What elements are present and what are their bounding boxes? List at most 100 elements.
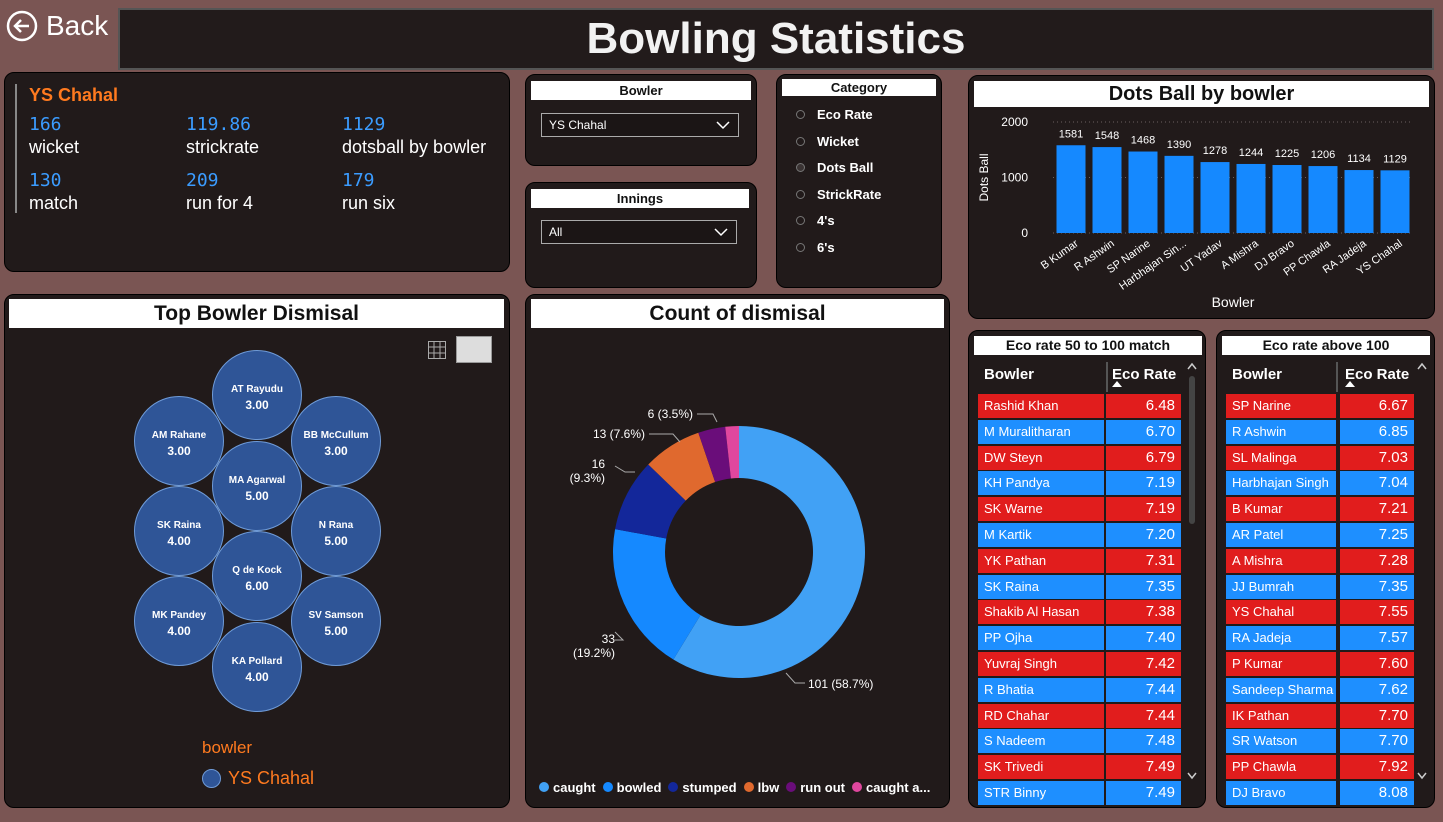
table-row[interactable]: SK Raina 7.35 [978, 574, 1181, 599]
table-row[interactable]: Rashid Khan 6.48 [978, 394, 1181, 418]
cell-bowler: A Mishra [1226, 548, 1336, 573]
cell-eco-rate: 7.57 [1340, 626, 1414, 651]
donut-legend-item[interactable]: bowled [602, 780, 661, 795]
donut-legend-item[interactable]: lbw [743, 779, 780, 795]
table-row[interactable]: YK Pathan 7.31 [978, 548, 1181, 573]
donut-legend-item[interactable]: run out [786, 780, 845, 795]
category-option-fours[interactable]: 4's [796, 213, 835, 228]
bubble-bb-mccullum[interactable]: BB McCullum 3.00 [291, 396, 381, 486]
cell-bowler: R Ashwin [1226, 419, 1336, 444]
table-row[interactable]: Shakib Al Hasan 7.38 [978, 600, 1181, 625]
table-row[interactable]: STR Binny 7.49 [978, 781, 1181, 805]
table-row[interactable]: B Kumar 7.21 [1226, 497, 1414, 522]
cell-eco-rate: 6.79 [1106, 445, 1181, 470]
category-option-wicket[interactable]: Wicket [796, 134, 859, 149]
table-row[interactable]: KH Pandya 7.19 [978, 471, 1181, 496]
table-row[interactable]: Harbhajan Singh 7.04 [1226, 471, 1414, 496]
cell-eco-rate: 7.25 [1340, 523, 1414, 547]
table-view-icon[interactable] [427, 340, 447, 360]
category-option-dots-ball[interactable]: Dots Ball [796, 160, 873, 175]
bubble-name: AT Rayudu [230, 384, 284, 395]
table-row[interactable]: M Muralitharan 6.70 [978, 419, 1181, 444]
table-row[interactable]: YS Chahal 7.55 [1226, 600, 1414, 625]
table-row[interactable]: SL Malinga 7.03 [1226, 445, 1414, 470]
innings-dropdown[interactable]: All [541, 220, 737, 244]
bubble-value: 3.00 [245, 398, 269, 412]
table-row[interactable]: JJ Bumrah 7.35 [1226, 574, 1414, 599]
bubble-ma-agarwal[interactable]: MA Agarwal 5.00 [212, 441, 302, 531]
table1-scroll-thumb[interactable] [1189, 376, 1195, 524]
table-row[interactable]: RA Jadeja 7.57 [1226, 626, 1414, 651]
table1-col-bowler[interactable]: Bowler [984, 362, 1035, 392]
back-label: Back [46, 10, 109, 41]
bar[interactable] [1200, 162, 1230, 233]
cell-eco-rate: 7.92 [1340, 755, 1414, 780]
table-row[interactable]: SK Trivedi 7.49 [978, 755, 1181, 780]
bubble-ka-pollard[interactable]: KA Pollard 4.00 [212, 622, 302, 712]
table-row[interactable]: Yuvraj Singh 7.42 [978, 652, 1181, 676]
table-row[interactable]: SK Warne 7.19 [978, 497, 1181, 522]
chart-view-toggle[interactable] [456, 336, 492, 363]
leader-line [785, 672, 805, 684]
donut-legend-item[interactable]: stumped [668, 779, 737, 795]
bar[interactable] [1236, 163, 1266, 233]
radio-icon [796, 216, 805, 225]
scroll-down-icon [1417, 772, 1427, 780]
bar[interactable] [1056, 145, 1086, 233]
table-row[interactable]: IK Pathan 7.70 [1226, 703, 1414, 728]
bubble-sk-raina[interactable]: SK Raina 4.00 [134, 486, 224, 576]
table-row[interactable]: R Bhatia 7.44 [978, 677, 1181, 702]
category-option-strickrate[interactable]: StrickRate [796, 187, 881, 202]
cell-eco-rate: 7.31 [1106, 548, 1181, 573]
cell-bowler: M Kartik [978, 523, 1104, 547]
leader-line [649, 433, 681, 443]
cell-bowler: Sandeep Sharma [1226, 677, 1336, 702]
legend-label: lbw [757, 779, 780, 795]
bubble-legend-item[interactable]: YS Chahal [202, 768, 314, 789]
table-row[interactable]: DJ Bravo 8.08 [1226, 781, 1414, 805]
table-row[interactable]: SP Narine 6.67 [1226, 394, 1414, 418]
table-row[interactable]: A Mishra 7.28 [1226, 548, 1414, 573]
table2-col-bowler[interactable]: Bowler [1232, 362, 1283, 392]
leader-line [614, 465, 635, 473]
table-row[interactable]: Sandeep Sharma 7.62 [1226, 677, 1414, 702]
table-row[interactable]: AR Patel 7.25 [1226, 523, 1414, 547]
bubble-n-rana[interactable]: N Rana 5.00 [291, 486, 381, 576]
bubble-sv-samson[interactable]: SV Samson 5.00 [291, 576, 381, 666]
table-row[interactable]: SR Watson 7.70 [1226, 729, 1414, 754]
bubble-am-rahane[interactable]: AM Rahane 3.00 [134, 396, 224, 486]
back-button[interactable]: Back [6, 8, 118, 44]
donut-legend-item[interactable]: caught [539, 780, 596, 795]
bubble-q-de-kock[interactable]: Q de Kock 6.00 [212, 531, 302, 621]
bar[interactable] [1128, 151, 1158, 233]
bowler-dropdown[interactable]: YS Chahal [541, 113, 739, 137]
table-row[interactable]: M Kartik 7.20 [978, 523, 1181, 547]
bubble-at-rayudu[interactable]: AT Rayudu 3.00 [212, 350, 302, 440]
cell-eco-rate: 7.42 [1106, 652, 1181, 676]
donut-data-label: 13 (7.6%) [593, 427, 645, 441]
bar[interactable] [1092, 147, 1122, 233]
table-row[interactable]: S Nadeem 7.48 [978, 729, 1181, 754]
table-row[interactable]: DW Steyn 6.79 [978, 445, 1181, 470]
cell-bowler: DW Steyn [978, 445, 1104, 470]
bar[interactable] [1164, 155, 1194, 233]
table-row[interactable]: PP Chawla 7.92 [1226, 755, 1414, 780]
table2-scrollbar[interactable] [1416, 360, 1428, 788]
category-option-eco-rate[interactable]: Eco Rate [796, 107, 873, 122]
cell-bowler: Harbhajan Singh [1226, 471, 1336, 496]
bar[interactable] [1308, 166, 1338, 233]
scroll-down-icon [1187, 772, 1197, 780]
bar[interactable] [1272, 165, 1302, 233]
category-option-sixes[interactable]: 6's [796, 240, 835, 255]
radio-icon [796, 243, 805, 252]
legend-label: stumped [682, 779, 737, 795]
bar[interactable] [1380, 170, 1410, 233]
table-row[interactable]: PP Ojha 7.40 [978, 626, 1181, 651]
bar[interactable] [1344, 170, 1374, 233]
donut-legend-item[interactable]: caught a... [852, 780, 930, 795]
table-row[interactable]: P Kumar 7.60 [1226, 652, 1414, 676]
table-row[interactable]: R Ashwin 6.85 [1226, 419, 1414, 444]
table-row[interactable]: RD Chahar 7.44 [978, 703, 1181, 728]
bubble-mk-pandey[interactable]: MK Pandey 4.00 [134, 576, 224, 666]
table1-scrollbar[interactable] [1186, 360, 1198, 788]
